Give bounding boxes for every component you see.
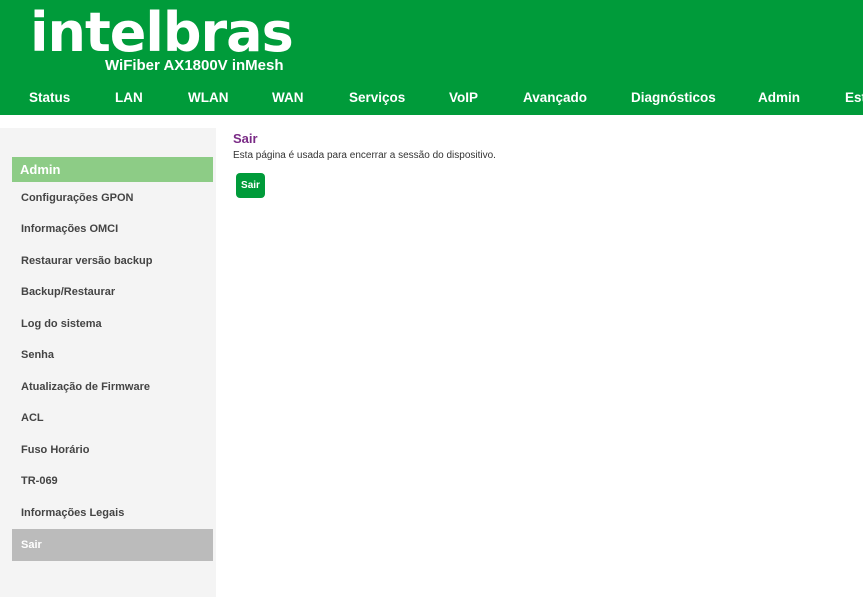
sidebar-item-senha[interactable]: Senha xyxy=(12,339,213,371)
sidebar: Admin Configurações GPON Informações OMC… xyxy=(0,128,216,597)
nav-wan[interactable]: WAN xyxy=(272,88,304,108)
nav-lan[interactable]: LAN xyxy=(115,88,143,108)
nav-voip[interactable]: VoIP xyxy=(449,88,478,108)
nav-diagnosticos[interactable]: Diagnósticos xyxy=(631,88,716,108)
sidebar-item-atualizacao-firmware[interactable]: Atualização de Firmware xyxy=(12,371,213,403)
sidebar-item-acl[interactable]: ACL xyxy=(12,402,213,434)
sidebar-item-informacoes-legais[interactable]: Informações Legais xyxy=(12,497,213,529)
model-name: WiFiber AX1800V inMesh xyxy=(105,57,284,74)
page-title: Sair xyxy=(233,131,258,146)
page-description: Esta página é usada para encerrar a sess… xyxy=(233,150,496,161)
sidebar-item-restaurar-versao-backup[interactable]: Restaurar versão backup xyxy=(12,245,213,277)
main-nav: Status LAN WLAN WAN Serviços VoIP Avança… xyxy=(0,88,863,108)
sidebar-item-sair[interactable]: Sair xyxy=(12,529,213,561)
sidebar-item-tr-069[interactable]: TR-069 xyxy=(12,465,213,497)
header: intelbras WiFiber AX1800V inMesh Status … xyxy=(0,0,863,115)
sidebar-item-fuso-horario[interactable]: Fuso Horário xyxy=(12,434,213,466)
nav-avancado[interactable]: Avançado xyxy=(523,88,587,108)
nav-servicos[interactable]: Serviços xyxy=(349,88,405,108)
logout-button[interactable]: Sair xyxy=(236,173,265,198)
sidebar-title: Admin xyxy=(12,157,213,182)
sidebar-item-informacoes-omci[interactable]: Informações OMCI xyxy=(12,213,213,245)
nav-admin[interactable]: Admin xyxy=(758,88,800,108)
sidebar-item-log-do-sistema[interactable]: Log do sistema xyxy=(12,308,213,340)
sidebar-item-backup-restaurar[interactable]: Backup/Restaurar xyxy=(12,276,213,308)
nav-status[interactable]: Status xyxy=(29,88,70,108)
nav-wlan[interactable]: WLAN xyxy=(188,88,229,108)
sidebar-item-configuracoes-gpon[interactable]: Configurações GPON xyxy=(12,182,213,214)
brand-logo[interactable]: intelbras xyxy=(30,2,294,64)
nav-estatisticas[interactable]: Estatísticas xyxy=(845,88,863,108)
